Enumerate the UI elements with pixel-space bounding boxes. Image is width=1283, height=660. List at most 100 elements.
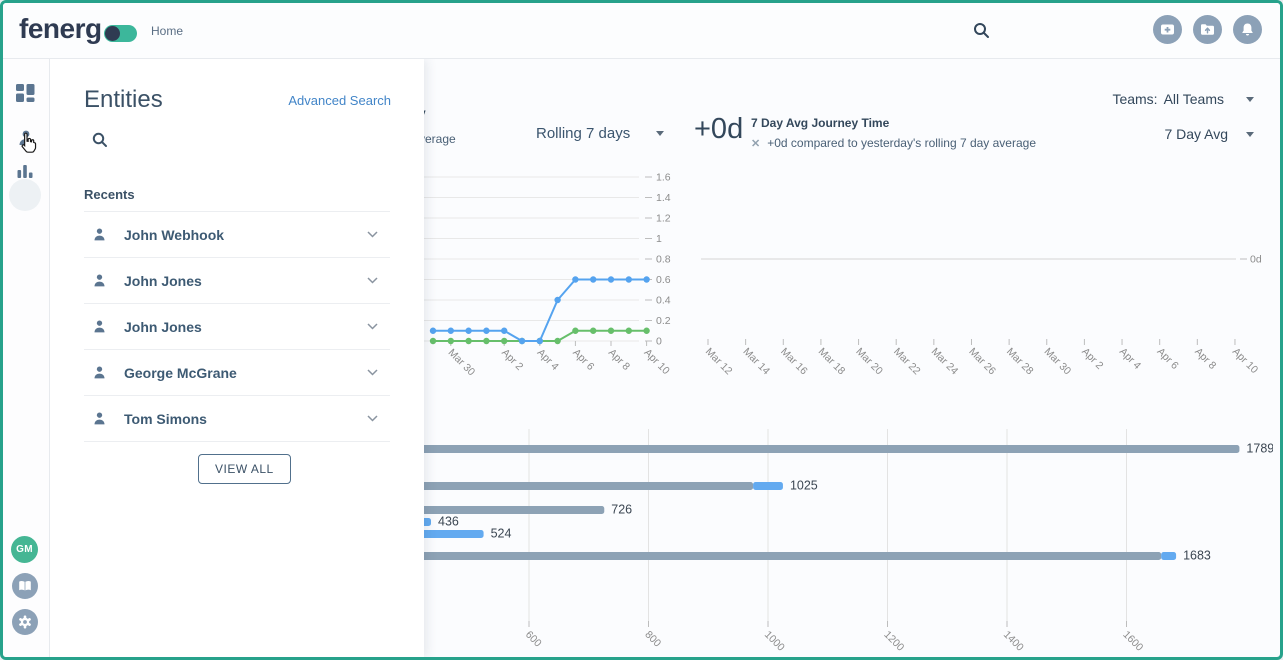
svg-text:Mar 26: Mar 26	[966, 346, 998, 378]
svg-text:1: 1	[656, 233, 662, 245]
svg-text:1600: 1600	[1120, 629, 1145, 654]
chevron-down-icon	[656, 131, 664, 136]
notifications-button[interactable]	[1233, 15, 1262, 44]
svg-text:0.2: 0.2	[656, 315, 671, 327]
svg-text:0.6: 0.6	[656, 274, 671, 286]
header-search-icon[interactable]	[973, 22, 990, 44]
nav-entities-icon[interactable]	[17, 129, 35, 152]
app-window: Teams: All Teams 7 Day Avg Rolling 7 day…	[0, 0, 1283, 660]
nav-dashboard-icon[interactable]	[16, 84, 35, 107]
svg-text:1000: 1000	[762, 629, 787, 654]
person-icon	[92, 273, 107, 288]
user-avatar[interactable]: GM	[11, 536, 38, 563]
svg-text:Mar 28: Mar 28	[1004, 346, 1036, 378]
svg-text:1025: 1025	[790, 479, 818, 493]
journey-delta-title: 7 Day Avg Journey Time	[751, 116, 889, 130]
avg-period-value: 7 Day Avg	[1164, 126, 1228, 142]
teams-filter-label: Teams:	[1112, 91, 1157, 107]
svg-text:Mar 18: Mar 18	[816, 346, 848, 378]
svg-text:Apr 4: Apr 4	[535, 347, 561, 373]
close-icon[interactable]: ✕	[751, 137, 760, 150]
person-icon	[92, 319, 107, 334]
person-icon	[92, 411, 107, 426]
recent-entity-name: John Jones	[124, 273, 367, 289]
recent-entity-row[interactable]: John Jones	[84, 257, 390, 303]
logo-text: fenerg	[19, 13, 102, 45]
settings-button[interactable]	[12, 609, 38, 635]
svg-text:436: 436	[438, 515, 459, 529]
svg-text:1400: 1400	[1001, 629, 1026, 654]
recent-entity-row[interactable]: John Webhook	[84, 211, 390, 257]
journey-delta-subtitle-text: +0d compared to yesterday's rolling 7 da…	[767, 136, 1036, 150]
chevron-down-icon[interactable]	[367, 231, 378, 238]
svg-text:Apr 4: Apr 4	[1117, 346, 1143, 372]
recent-entity-name: John Webhook	[124, 227, 367, 243]
recent-entity-name: Tom Simons	[124, 411, 367, 427]
svg-text:0.8: 0.8	[656, 254, 671, 266]
svg-text:Mar 16: Mar 16	[778, 346, 810, 378]
recent-entity-row[interactable]: Tom Simons	[84, 395, 390, 442]
clipped-chart-subtitle-fragment: verage	[419, 132, 456, 146]
teams-filter-value: All Teams	[1164, 91, 1224, 107]
nav-reports-icon[interactable]	[16, 162, 34, 185]
chevron-down-icon	[1246, 97, 1254, 102]
top-header: fenerg Home	[3, 3, 1280, 59]
svg-text:Apr 10: Apr 10	[641, 347, 671, 377]
rolling-7-day-line-chart: 00.20.40.60.811.21.41.6Mar 30Apr 2Apr 4A…	[383, 163, 683, 403]
help-docs-button[interactable]	[12, 573, 38, 599]
left-icon-rail: GM	[3, 59, 50, 657]
chevron-down-icon[interactable]	[367, 415, 378, 422]
svg-text:600: 600	[523, 629, 544, 650]
journey-delta-value: +0d	[694, 113, 743, 146]
svg-text:1683: 1683	[1183, 549, 1211, 563]
svg-text:1789: 1789	[1246, 442, 1273, 456]
advanced-search-link[interactable]: Advanced Search	[288, 93, 391, 108]
chevron-down-icon[interactable]	[367, 369, 378, 376]
svg-text:800: 800	[642, 629, 663, 650]
svg-text:1.2: 1.2	[656, 213, 671, 225]
svg-text:Apr 8: Apr 8	[606, 347, 632, 373]
rolling-period-dropdown[interactable]: Rolling 7 days	[536, 125, 664, 142]
avg-period-dropdown[interactable]: 7 Day Avg	[1164, 126, 1254, 142]
svg-text:Apr 10: Apr 10	[1230, 346, 1260, 376]
journey-time-bar-chart: 600 800 1000 1200 1400 1600 1789 1025 726 436 524 1…	[383, 426, 1273, 660]
svg-text:Apr 2: Apr 2	[1079, 346, 1105, 372]
svg-text:Apr 6: Apr 6	[570, 347, 596, 373]
entities-search-icon[interactable]	[92, 132, 108, 153]
entities-panel: Entities Advanced Search Recents John We…	[49, 59, 424, 657]
fenergo-logo[interactable]: fenerg	[19, 13, 137, 45]
chevron-down-icon[interactable]	[367, 323, 378, 330]
nav-home[interactable]: Home	[151, 24, 183, 38]
upload-button[interactable]	[1193, 15, 1222, 44]
recent-entity-row[interactable]: George McGrane	[84, 349, 390, 395]
svg-text:Apr 8: Apr 8	[1192, 346, 1218, 372]
svg-text:1.4: 1.4	[656, 192, 671, 204]
add-entity-button[interactable]	[1153, 15, 1182, 44]
svg-text:1200: 1200	[881, 629, 906, 654]
recent-entity-name: George McGrane	[124, 365, 367, 381]
book-icon	[18, 579, 32, 593]
journey-delta-subtitle: ✕ +0d compared to yesterday's rolling 7 …	[751, 136, 1036, 150]
svg-text:Mar 22: Mar 22	[891, 346, 923, 378]
person-icon	[92, 365, 107, 380]
recents-list: John Webhook John Jones John Jones Georg…	[84, 211, 390, 442]
svg-text:Mar 30: Mar 30	[1042, 346, 1074, 378]
chevron-down-icon[interactable]	[367, 277, 378, 284]
svg-text:Mar 12: Mar 12	[703, 346, 735, 378]
gear-icon	[18, 615, 32, 629]
entities-panel-title: Entities	[84, 86, 163, 114]
rolling-period-value: Rolling 7 days	[536, 125, 630, 142]
journey-delta-chart: 0dMar 12Mar 14Mar 16Mar 18Mar 20Mar 22Ma…	[693, 163, 1273, 403]
svg-text:0: 0	[656, 336, 662, 348]
recent-entity-row[interactable]: John Jones	[84, 303, 390, 349]
svg-text:524: 524	[491, 527, 512, 541]
teams-filter[interactable]: Teams: All Teams	[1112, 91, 1254, 107]
svg-text:Apr 6: Apr 6	[1155, 346, 1181, 372]
view-all-button[interactable]: VIEW ALL	[198, 454, 291, 484]
logo-pill	[104, 25, 137, 42]
folder-up-icon	[1200, 22, 1215, 37]
card-plus-icon	[1160, 22, 1175, 37]
recent-entity-name: John Jones	[124, 319, 367, 335]
svg-text:726: 726	[611, 503, 632, 517]
chevron-down-icon	[1246, 132, 1254, 137]
